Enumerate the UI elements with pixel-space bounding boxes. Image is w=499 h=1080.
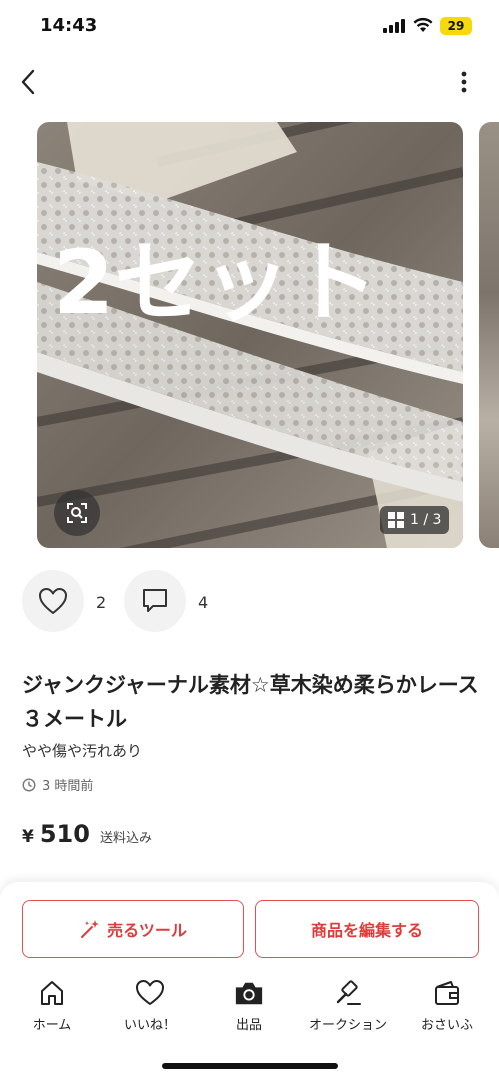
photo-overlay-set-count: 2セット (53, 231, 379, 334)
tab-bar: ホーム いいね！ 出品 オークション おさいふ (0, 978, 499, 1038)
gavel-icon (336, 980, 361, 1005)
clock-icon (22, 777, 36, 792)
page-indicator: 1 / 3 (380, 506, 450, 534)
heart-icon (39, 588, 67, 614)
tab-home[interactable]: ホーム (2, 978, 102, 1036)
tab-wallet[interactable]: おさいふ (397, 978, 497, 1036)
price-row: ¥ 510 送料込み (22, 820, 152, 848)
item-title: ジャンクジャーナル素材☆草木染め柔らかレース３メートル (22, 673, 479, 731)
tab-sell[interactable]: 出品 (199, 978, 299, 1036)
posted-time-row: 3 時間前 (22, 775, 93, 794)
status-time: 14:43 (40, 15, 98, 36)
price-currency: ¥ (22, 827, 34, 847)
tab-label: おさいふ (420, 1018, 473, 1033)
vertical-dots-icon (461, 71, 467, 93)
edit-item-label: 商品を編集する (310, 921, 423, 940)
tab-label: オークション (308, 1018, 387, 1033)
comment-count: 4 (198, 593, 209, 612)
sparkle-wand-icon (81, 920, 100, 938)
home-indicator (162, 1063, 338, 1069)
photo-overlay-3m: 3M (325, 38, 426, 106)
zoom-scan-icon (67, 503, 87, 523)
chevron-left-icon (21, 69, 35, 95)
camera-icon (235, 982, 263, 1005)
wallet-icon (435, 981, 459, 1005)
tab-likes[interactable]: いいね！ (100, 978, 200, 1036)
back-button[interactable] (14, 66, 42, 98)
sell-tool-button[interactable]: 売るツール (22, 900, 244, 958)
shipping-label: 送料込み (99, 831, 152, 846)
grid-icon (388, 512, 404, 528)
zoom-button[interactable] (54, 490, 100, 536)
heart-icon (136, 980, 164, 1005)
more-options-button[interactable] (452, 68, 476, 96)
battery-level: 29 (447, 19, 465, 33)
tab-label: ホーム (32, 1018, 72, 1033)
tab-label: 出品 (235, 1018, 262, 1033)
tab-auction[interactable]: オークション (298, 978, 398, 1036)
home-icon (41, 981, 63, 1005)
item-condition: やや傷や汚れあり (22, 742, 143, 760)
price-value: 510 (39, 820, 90, 848)
edit-item-button[interactable]: 商品を編集する (255, 900, 479, 958)
sell-tool-label: 売るツール (107, 921, 187, 940)
next-photo-preview[interactable] (479, 122, 499, 548)
wifi-icon (413, 17, 433, 32)
battery-icon: 29 (440, 17, 472, 35)
like-count: 2 (96, 593, 107, 612)
speech-bubble-icon (143, 589, 167, 612)
posted-time: 3 時間前 (42, 779, 94, 794)
page-indicator-text: 1 / 3 (410, 512, 442, 528)
signal-icon (383, 19, 405, 33)
like-button[interactable] (22, 570, 84, 632)
tab-label: いいね！ (123, 1018, 176, 1033)
comment-button[interactable] (124, 570, 186, 632)
